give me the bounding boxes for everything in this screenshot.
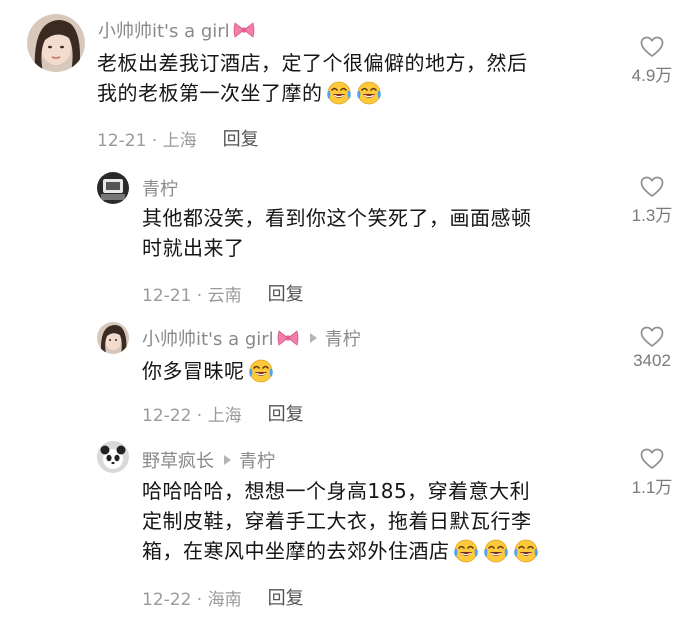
reply-arrow-icon (309, 333, 317, 343)
avatar[interactable] (97, 322, 129, 354)
laughing-with-tears-icon (482, 537, 510, 563)
comment-author[interactable]: 小帅帅it's a girl (98, 17, 230, 43)
like-count: 4.9万 (631, 66, 673, 85)
comment-text: 你多冒昧呢 (142, 356, 275, 386)
laughing-with-tears-icon (452, 537, 480, 563)
avatar[interactable] (97, 441, 129, 473)
comment-text: 哈哈哈哈，想想一个身高185，穿着意大利 定制皮鞋，穿着手工大衣，拖着日默瓦行李… (142, 476, 540, 566)
like-control[interactable]: 3402 (617, 325, 687, 371)
comment-text-line: 箱，在寒风中坐摩的去郊外住酒店 (142, 539, 450, 563)
reply-button[interactable]: 回复 (268, 280, 304, 306)
comment-date-location: 12-22 · 海南 (142, 589, 242, 610)
comment-date-location: 12-21 · 上海 (97, 130, 197, 151)
laughing-with-tears-icon (512, 537, 540, 563)
heart-outline-icon[interactable] (639, 325, 665, 349)
comment-text-line-with-emoji: 我的老板第一次坐了摩的 (97, 78, 528, 108)
like-control[interactable]: 4.9万 (617, 35, 687, 86)
comment-author-row: 青柠 (142, 175, 178, 201)
pink-bow-icon (276, 328, 300, 348)
reply-arrow-icon (224, 455, 231, 465)
laughing-with-tears-icon (355, 79, 383, 105)
comment-text-line: 定制皮鞋，穿着手工大衣，拖着日默瓦行李 (142, 509, 532, 533)
comment-author-row: 小帅帅it's a girl (98, 17, 256, 43)
like-count: 3402 (633, 351, 671, 370)
comment-author[interactable]: 小帅帅it's a girl (142, 325, 274, 351)
comment-meta: 12-21 · 上海 回复 (97, 125, 259, 151)
comment-meta: 12-22 · 上海 回复 (142, 400, 304, 426)
comment-date-location: 12-22 · 上海 (142, 405, 242, 426)
comment-text: 老板出差我订酒店，定了个很偏僻的地方，然后 我的老板第一次坐了摩的 (97, 48, 528, 108)
comment-meta: 12-21 · 云南 回复 (142, 280, 304, 306)
comment-text-line: 哈哈哈哈，想想一个身高185，穿着意大利 (142, 479, 531, 503)
reply-to-author[interactable]: 青柠 (239, 447, 275, 473)
comment-text-line: 其他都没笑，看到你这个笑死了，画面感顿 (142, 206, 532, 230)
comment-author-row: 小帅帅it's a girl 青柠 (142, 325, 361, 351)
reply-button[interactable]: 回复 (268, 584, 304, 610)
comment-text-line: 你多冒昧呢 (142, 359, 245, 383)
laughing-with-tears-icon (325, 79, 353, 105)
like-control[interactable]: 1.1万 (617, 447, 687, 498)
like-control[interactable]: 1.3万 (617, 175, 687, 226)
comment-date-location: 12-21 · 云南 (142, 285, 242, 306)
comment-author[interactable]: 野草疯长 (142, 447, 214, 473)
like-count: 1.1万 (631, 478, 673, 497)
heart-outline-icon[interactable] (639, 175, 665, 199)
avatar[interactable] (97, 172, 129, 204)
laughing-with-tears-icon (247, 357, 275, 383)
pink-bow-icon (232, 20, 256, 40)
comment-text-line: 老板出差我订酒店，定了个很偏僻的地方，然后 (97, 51, 528, 75)
reply-button[interactable]: 回复 (223, 125, 259, 151)
avatar[interactable] (27, 14, 85, 72)
comment-text-line: 时就出来了 (142, 236, 245, 260)
comment-text-line-with-emoji: 你多冒昧呢 (142, 356, 275, 386)
comment-meta: 12-22 · 海南 回复 (142, 584, 304, 610)
like-count: 1.3万 (631, 206, 673, 225)
comment-text-line-with-emoji: 箱，在寒风中坐摩的去郊外住酒店 (142, 536, 540, 566)
reply-to-author[interactable]: 青柠 (325, 325, 361, 351)
comment-author[interactable]: 青柠 (142, 175, 178, 201)
comment-author-row: 野草疯长 青柠 (142, 447, 275, 473)
comment-text-line: 我的老板第一次坐了摩的 (97, 81, 323, 105)
reply-button[interactable]: 回复 (268, 400, 304, 426)
comment-text: 其他都没笑，看到你这个笑死了，画面感顿 时就出来了 (142, 203, 532, 263)
heart-outline-icon[interactable] (639, 35, 665, 59)
heart-outline-icon[interactable] (639, 447, 665, 471)
